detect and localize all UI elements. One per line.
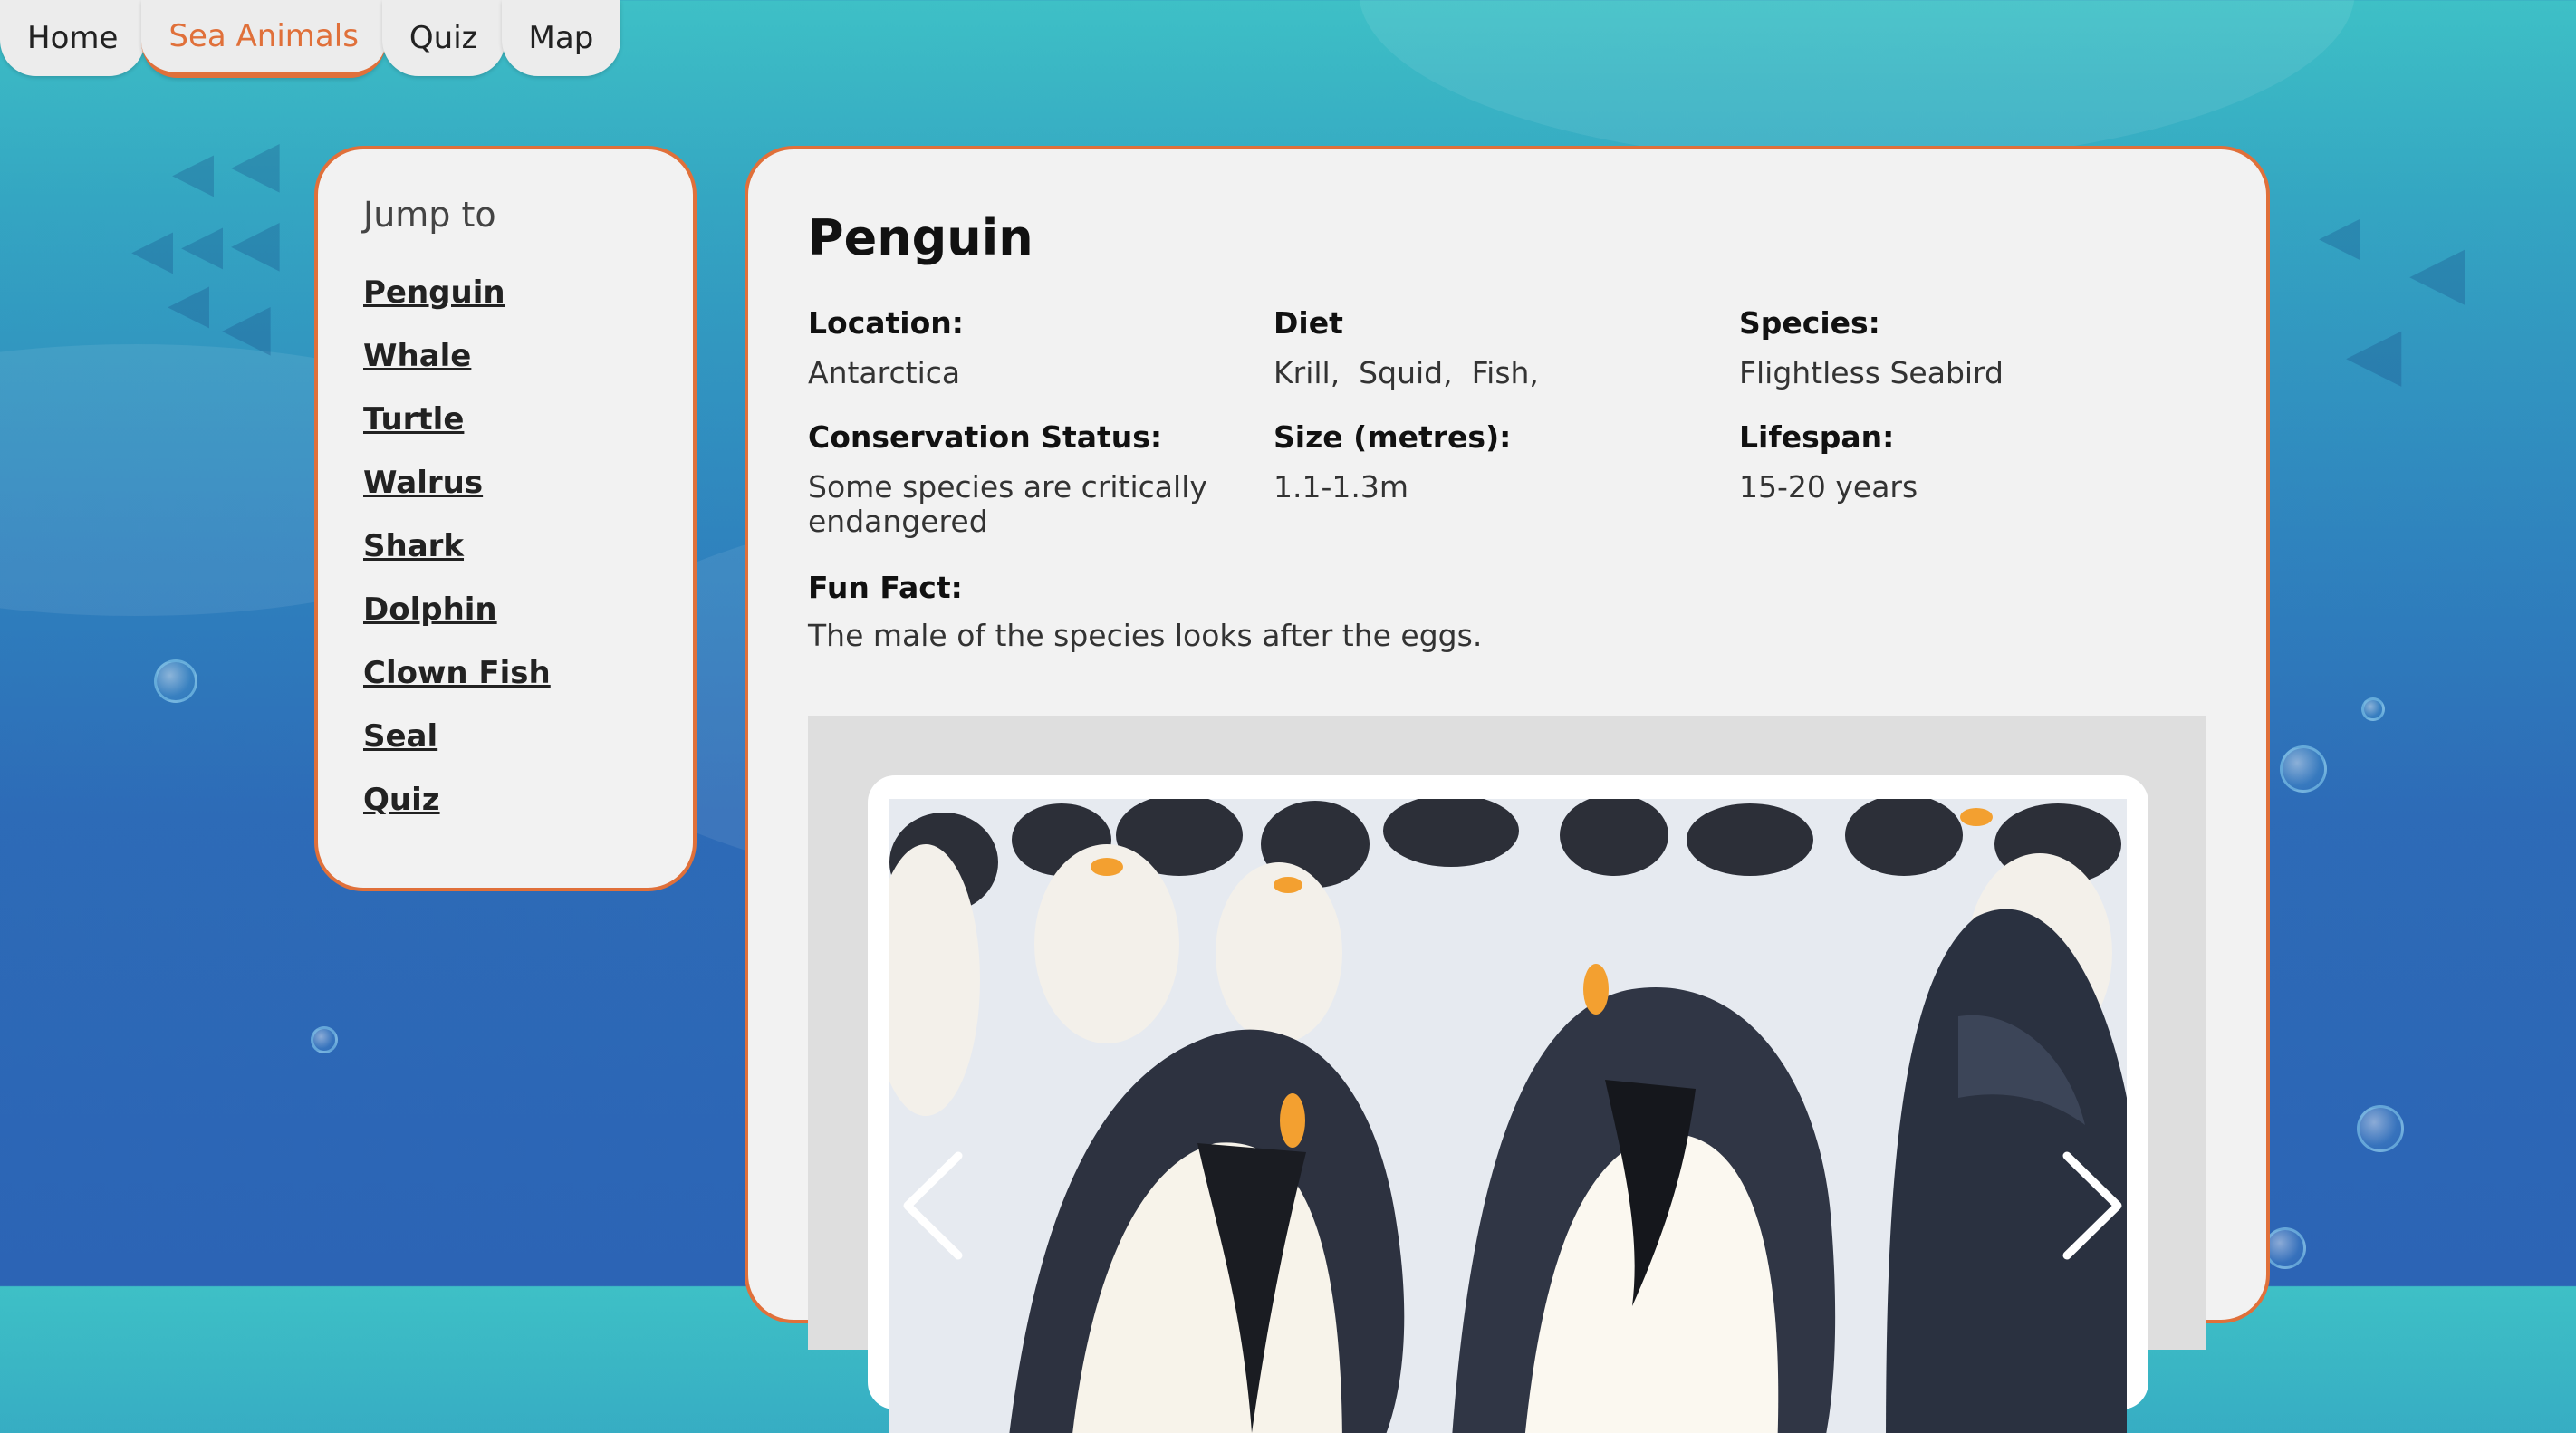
- animal-info-panel: Penguin Location: Antarctica Diet Krill,…: [745, 146, 2270, 1433]
- fish-school-icon: ◀: [2346, 311, 2402, 395]
- bubble-icon: [2361, 697, 2385, 721]
- species-label: Species:: [1739, 305, 1880, 341]
- fish-school-icon: ◀: [231, 126, 280, 200]
- conservation-value-line2: endangered: [808, 504, 988, 539]
- penguin-photo-illustration: [889, 799, 2127, 1433]
- fish-school-icon: ◀: [231, 205, 280, 279]
- sidebar-link-whale[interactable]: Whale: [363, 338, 693, 374]
- species-value: Flightless Seabird: [1739, 355, 2004, 390]
- fun-fact-value: The male of the species looks after the …: [808, 618, 1483, 653]
- sidebar-link-seal[interactable]: Seal: [363, 718, 693, 755]
- fish-school-icon: ◀: [131, 217, 174, 281]
- conservation-label: Conservation Status:: [808, 419, 1163, 455]
- penguin-photo: [889, 799, 2127, 1433]
- tab-quiz[interactable]: Quiz: [381, 0, 505, 76]
- lifespan-label: Lifespan:: [1739, 419, 1895, 455]
- bubble-icon: [2280, 745, 2327, 793]
- size-value: 1.1-1.3m: [1274, 469, 1409, 505]
- sidebar-title: Jump to: [363, 195, 496, 235]
- chevron-left-icon[interactable]: [895, 1147, 976, 1265]
- conservation-value-line1: Some species are critically: [808, 469, 1207, 505]
- fish-school-icon: ◀: [2409, 229, 2465, 313]
- jump-to-sidebar: Jump to Penguin Whale Turtle Walrus Shar…: [314, 146, 697, 891]
- bubble-icon: [2264, 1227, 2306, 1269]
- fish-school-icon: ◀: [2319, 204, 2361, 267]
- location-value: Antarctica: [808, 355, 961, 390]
- sidebar-link-dolphin[interactable]: Dolphin: [363, 591, 693, 628]
- fish-school-icon: ◀: [222, 289, 271, 363]
- lifespan-value: 15-20 years: [1739, 469, 1918, 505]
- sidebar-link-quiz[interactable]: Quiz: [363, 782, 693, 818]
- image-frame: [868, 775, 2148, 1433]
- sidebar-link-shark[interactable]: Shark: [363, 528, 693, 564]
- bubble-icon: [2357, 1105, 2404, 1152]
- diet-label: Diet: [1274, 305, 1343, 341]
- background-wave: [1359, 0, 2355, 163]
- tab-sea-animals[interactable]: Sea Animals: [141, 0, 386, 78]
- bubble-icon: [311, 1026, 338, 1053]
- sidebar-link-walrus[interactable]: Walrus: [363, 465, 693, 501]
- bubble-icon: [154, 659, 197, 703]
- page-title: Penguin: [808, 209, 1033, 266]
- size-label: Size (metres):: [1274, 419, 1512, 455]
- location-label: Location:: [808, 305, 964, 341]
- sidebar-link-penguin[interactable]: Penguin: [363, 274, 693, 311]
- fish-school-icon: ◀: [168, 272, 210, 335]
- diet-value: Krill, Squid, Fish,: [1274, 355, 1539, 390]
- fish-school-icon: ◀: [172, 140, 215, 204]
- tab-map[interactable]: Map: [501, 0, 621, 76]
- fun-fact-label: Fun Fact:: [808, 570, 963, 605]
- chevron-right-icon[interactable]: [2049, 1147, 2130, 1265]
- sidebar-link-clown-fish[interactable]: Clown Fish: [363, 655, 693, 691]
- tab-home[interactable]: Home: [0, 0, 146, 76]
- sidebar-link-turtle[interactable]: Turtle: [363, 401, 693, 438]
- top-nav: Home Sea Animals Quiz Map: [0, 0, 621, 78]
- fish-school-icon: ◀: [181, 213, 224, 276]
- image-gallery: [808, 716, 2206, 1433]
